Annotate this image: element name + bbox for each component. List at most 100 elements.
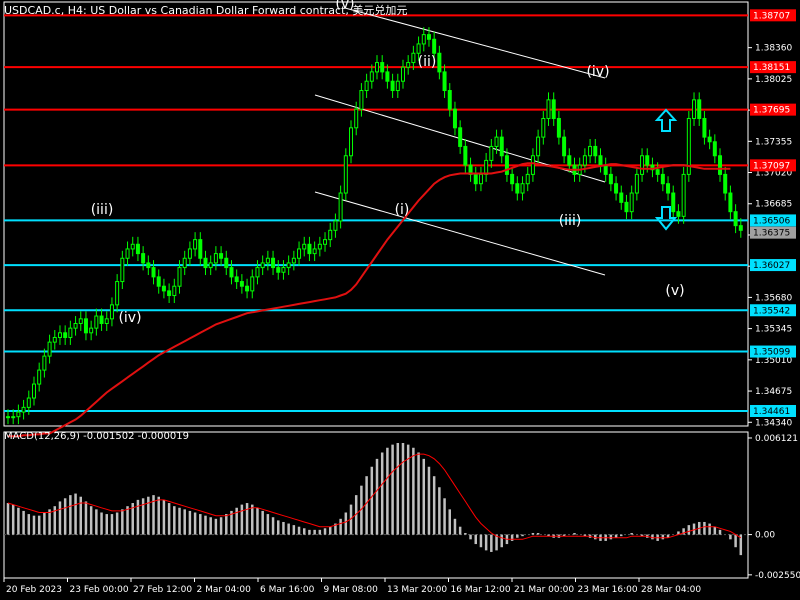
candle-body [343, 155, 348, 194]
wave-label: (iii) [91, 202, 114, 218]
candle-body [463, 145, 468, 166]
candle-body [712, 141, 717, 157]
candle-body [63, 332, 68, 338]
price-tick-label: 1.34340 [755, 418, 792, 428]
candle-body [11, 416, 16, 419]
candle-body [629, 192, 634, 213]
candle-body [37, 369, 42, 385]
price-tick-label: 1.38025 [755, 75, 792, 85]
time-tick-label: 13 Mar 20:00 [387, 585, 447, 595]
candle-body [198, 239, 203, 259]
candle-body [161, 285, 166, 292]
candle-body [666, 183, 671, 194]
candle-body [323, 239, 328, 245]
wave-label: (iii) [559, 213, 582, 229]
resistance-price-label: 1.38707 [753, 11, 790, 21]
support-price-label: 1.35099 [753, 348, 790, 358]
candle-body [47, 341, 52, 357]
candle-body [406, 62, 411, 68]
candle-body [416, 43, 421, 54]
candle-body [510, 173, 515, 185]
candle-body [141, 253, 146, 264]
candle-body [702, 117, 707, 138]
candle-body [520, 183, 525, 194]
candle-body [624, 201, 629, 213]
candle-body [411, 52, 416, 64]
candle-body [395, 80, 400, 92]
candle-body [307, 243, 312, 255]
candle-body [437, 52, 442, 73]
candle-body [380, 62, 385, 73]
candle-body [286, 262, 291, 269]
candle-body [125, 248, 130, 259]
candle-body [312, 248, 317, 255]
candle-body [582, 155, 587, 166]
candle-body [655, 169, 660, 175]
time-tick-label: 6 Mar 16:00 [260, 585, 315, 595]
candle-body [421, 34, 426, 45]
candle-body [52, 336, 57, 343]
chart-canvas[interactable]: 1.383601.380251.376901.373551.370201.366… [0, 0, 800, 600]
price-tick-label: 1.34675 [755, 387, 792, 397]
candle-body [692, 99, 697, 119]
candle-body [494, 136, 499, 147]
candle-body [567, 155, 572, 166]
candle-body [291, 257, 296, 264]
candle-body [593, 145, 598, 157]
wave-label: (iv) [586, 64, 609, 80]
candle-body [530, 155, 535, 175]
candle-body [681, 173, 686, 217]
candle-body [645, 155, 650, 166]
candle-body [619, 192, 624, 203]
candle-body [452, 108, 457, 129]
candle-body [68, 327, 73, 338]
candle-body [588, 145, 593, 157]
candle-body [608, 173, 613, 185]
candle-body [551, 99, 556, 119]
candle-body [177, 267, 182, 287]
candle-body [718, 155, 723, 175]
candle-body [489, 145, 494, 161]
candle-body [390, 80, 395, 92]
candle-body [167, 290, 172, 297]
candle-body [276, 267, 281, 273]
candle-body [515, 183, 520, 194]
candle-body [245, 285, 250, 292]
candle-body [21, 406, 26, 413]
candle-body [484, 159, 489, 175]
candle-body [187, 248, 192, 259]
macd-tick-label: -0.002550 [755, 571, 800, 581]
candle-body [458, 127, 463, 147]
candle-body [359, 90, 364, 110]
time-tick-label: 27 Feb 12:00 [133, 585, 192, 595]
candle-body [31, 383, 36, 399]
time-tick-label: 16 Mar 12:00 [451, 585, 511, 595]
time-tick-label: 20 Feb 2023 [6, 585, 62, 595]
macd-tick-label: 0.00 [755, 531, 775, 541]
candle-body [349, 127, 354, 157]
time-tick-label: 2 Mar 04:00 [197, 585, 252, 595]
candle-body [478, 173, 483, 185]
resistance-price-label: 1.38151 [753, 63, 790, 73]
candle-body [546, 99, 551, 119]
price-tick-label: 1.35345 [755, 325, 792, 335]
candle-body [120, 257, 125, 283]
candle-body [728, 192, 733, 213]
candle-body [676, 211, 681, 217]
candle-body [281, 267, 286, 273]
candle-body [213, 253, 218, 264]
macd-tick-label: 0.006121 [755, 434, 798, 444]
candle-body [338, 192, 343, 222]
time-tick-label: 23 Mar 16:00 [578, 585, 638, 595]
candle-body [219, 253, 224, 259]
candle-body [354, 108, 359, 129]
candle-body [99, 315, 104, 324]
candle-body [83, 318, 88, 334]
chart-title: USDCAD.c, H4: US Dollar vs Canadian Doll… [4, 4, 408, 17]
candle-body [271, 257, 276, 269]
candle-body [317, 243, 322, 250]
candle-body [255, 267, 260, 278]
candle-body [115, 281, 120, 306]
candle-body [109, 304, 114, 320]
candle-body [302, 243, 307, 250]
